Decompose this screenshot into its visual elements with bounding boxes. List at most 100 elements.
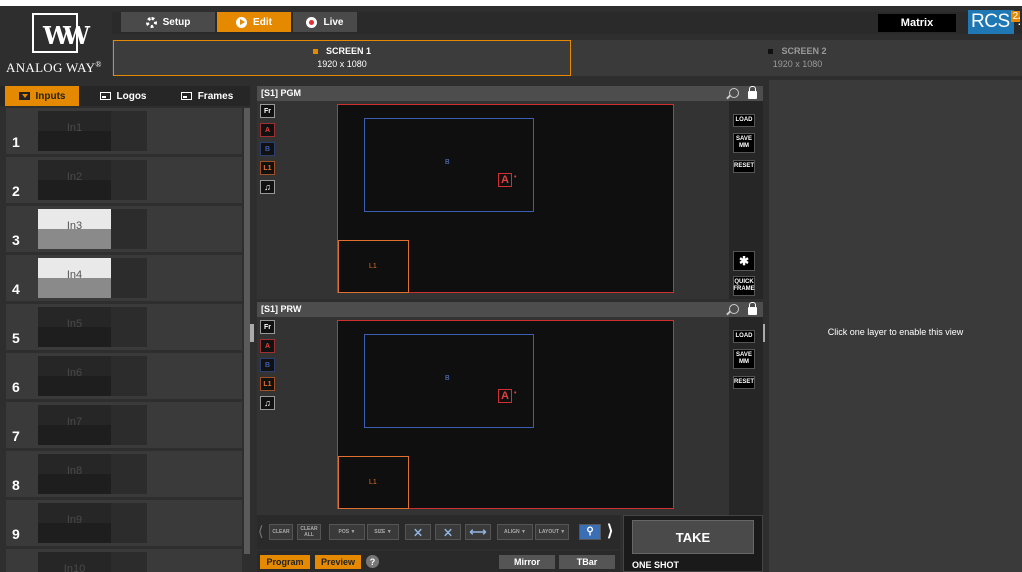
screen-1-resolution: 1920 x 1080 bbox=[317, 59, 367, 69]
center-icon[interactable]: ⟷ bbox=[465, 524, 491, 540]
left-splitter-handle[interactable] bbox=[250, 324, 254, 342]
layer-a-button[interactable]: A bbox=[260, 123, 275, 137]
layer-frame-button[interactable]: Fr bbox=[260, 320, 275, 334]
matrix-button[interactable]: Matrix bbox=[878, 14, 956, 32]
input-label: In7 bbox=[66, 416, 83, 428]
mode-setup-button[interactable]: Setup bbox=[121, 12, 215, 32]
preview-layer-b[interactable]: B bbox=[364, 334, 534, 428]
input-row[interactable]: In7 7 bbox=[6, 402, 242, 448]
input-thumbnail-ext bbox=[111, 160, 147, 200]
input-row[interactable]: In5 5 bbox=[6, 304, 242, 350]
chevron-left-icon[interactable]: ⟨ bbox=[258, 523, 263, 540]
input-label: In2 bbox=[66, 171, 83, 183]
size-dropdown[interactable]: SIZE ▼ bbox=[367, 524, 399, 540]
screen-1-tab[interactable]: SCREEN 1 1920 x 1080 bbox=[113, 40, 571, 76]
input-thumbnail: In2 bbox=[38, 160, 111, 200]
input-number: 7 bbox=[12, 428, 20, 444]
zoom-icon[interactable] bbox=[729, 88, 739, 98]
load-button[interactable]: LOAD bbox=[733, 114, 755, 127]
layer-frame-button[interactable]: Fr bbox=[260, 104, 275, 118]
more-menu-icon[interactable]: · · bbox=[1017, 10, 1022, 30]
input-label: In8 bbox=[66, 465, 83, 477]
input-thumbnail: In8 bbox=[38, 454, 111, 494]
preview-button[interactable]: Preview bbox=[315, 555, 361, 569]
rcs-logo: RCS 2 bbox=[968, 10, 1020, 34]
input-row[interactable]: In4 4 bbox=[6, 255, 242, 301]
quick-frame-button[interactable]: QUICK FRAME bbox=[733, 276, 755, 296]
reset-button[interactable]: RESET bbox=[733, 160, 755, 173]
input-thumbnail: In7 bbox=[38, 405, 111, 445]
load-button[interactable]: LOAD bbox=[733, 330, 755, 343]
mode-edit-button[interactable]: Edit bbox=[217, 12, 291, 32]
layer-b-button[interactable]: B bbox=[260, 358, 275, 372]
tab-inputs[interactable]: Inputs bbox=[5, 86, 79, 106]
live-icon bbox=[306, 16, 318, 28]
layout-dropdown[interactable]: LAYOUT ▼ bbox=[535, 524, 569, 540]
help-icon[interactable]: ? bbox=[366, 555, 379, 568]
frames-icon bbox=[180, 92, 192, 100]
preview-view-header: [S1] PRW bbox=[257, 302, 763, 317]
tab-frames[interactable]: Frames bbox=[167, 86, 247, 106]
preview-layer-l1[interactable]: L1 bbox=[338, 456, 409, 509]
tab-frames-label: Frames bbox=[197, 90, 234, 102]
save-mm-button[interactable]: SAVE MM bbox=[733, 133, 755, 153]
program-layer-b[interactable]: B bbox=[364, 118, 534, 212]
align-dropdown[interactable]: ALIGN ▼ bbox=[497, 524, 533, 540]
fit-icon[interactable]: ⨯ bbox=[435, 524, 461, 540]
program-canvas[interactable]: B A L1 bbox=[337, 104, 674, 293]
input-row[interactable]: In3 3 bbox=[6, 206, 242, 252]
save-mm-button[interactable]: SAVE MM bbox=[733, 349, 755, 369]
zoom-select-icon[interactable]: ⚲ bbox=[579, 524, 601, 540]
preview-view-title: [S1] PRW bbox=[261, 304, 302, 314]
logo-mark-box: WW bbox=[32, 13, 90, 53]
input-row[interactable]: In9 9 bbox=[6, 500, 242, 546]
take-button[interactable]: TAKE bbox=[632, 520, 754, 554]
preview-canvas[interactable]: B A L1 bbox=[337, 320, 674, 509]
input-row[interactable]: In2 2 bbox=[6, 157, 242, 203]
input-label: In5 bbox=[66, 318, 83, 330]
program-layer-l1[interactable]: L1 bbox=[338, 240, 409, 293]
input-label: In1 bbox=[66, 122, 83, 134]
clear-all-button[interactable]: CLEAR ALL bbox=[297, 524, 321, 540]
layer-l1-button[interactable]: L1 bbox=[260, 377, 275, 391]
tab-logos[interactable]: Logos bbox=[83, 86, 163, 106]
input-number: 9 bbox=[12, 526, 20, 542]
clear-button[interactable]: CLEAR bbox=[269, 524, 293, 540]
reset-button[interactable]: RESET bbox=[733, 376, 755, 389]
program-button[interactable]: Program bbox=[260, 555, 310, 569]
preview-layer-buttons: Fr A B L1 ♫ bbox=[260, 320, 276, 415]
lock-icon[interactable] bbox=[748, 302, 757, 315]
audio-icon[interactable]: ♫ bbox=[260, 396, 275, 410]
input-row[interactable]: In6 6 bbox=[6, 353, 242, 399]
expand-icon[interactable]: ⨯ bbox=[405, 524, 431, 540]
layer-l1-button[interactable]: L1 bbox=[260, 161, 275, 175]
input-thumbnail: In4 bbox=[38, 258, 111, 298]
tbar-button[interactable]: TBar bbox=[559, 555, 615, 569]
input-label: In9 bbox=[66, 514, 83, 526]
input-number: 5 bbox=[12, 330, 20, 346]
preview-layer-a[interactable]: A bbox=[498, 388, 516, 403]
input-label: In10 bbox=[63, 563, 86, 572]
input-row[interactable]: In10 bbox=[6, 549, 242, 572]
take-mode-label[interactable]: ONE SHOT bbox=[632, 560, 679, 570]
app-window: WW ANALOG WAY® Setup Edit Live Matrix RC… bbox=[0, 6, 1022, 572]
screen-2-indicator bbox=[768, 49, 774, 54]
program-view: [S1] PGM Fr A B L1 ♫ B A L1 LOAD SAVE MM… bbox=[257, 86, 763, 299]
chevron-right-icon[interactable]: ⟩ bbox=[607, 521, 613, 541]
preview-view: [S1] PRW Fr A B L1 ♫ B A L1 LOAD SAVE MM… bbox=[257, 302, 763, 515]
audio-icon[interactable]: ♫ bbox=[260, 180, 275, 194]
layer-a-button[interactable]: A bbox=[260, 339, 275, 353]
program-layer-a[interactable]: A bbox=[498, 172, 516, 187]
mode-live-button[interactable]: Live bbox=[293, 12, 357, 32]
input-number: 4 bbox=[12, 281, 20, 297]
zoom-icon[interactable] bbox=[729, 304, 739, 314]
screen-2-tab[interactable]: SCREEN 2 1920 x 1080 bbox=[573, 40, 1022, 76]
mirror-button[interactable]: Mirror bbox=[499, 555, 555, 569]
input-row[interactable]: In1 1 bbox=[6, 108, 242, 154]
position-dropdown[interactable]: POS ▼ bbox=[329, 524, 365, 540]
input-row[interactable]: In8 8 bbox=[6, 451, 242, 497]
lock-icon[interactable] bbox=[748, 86, 757, 99]
star-icon[interactable]: ✱ bbox=[733, 251, 755, 271]
right-splitter-handle[interactable] bbox=[763, 324, 766, 342]
layer-b-button[interactable]: B bbox=[260, 142, 275, 156]
